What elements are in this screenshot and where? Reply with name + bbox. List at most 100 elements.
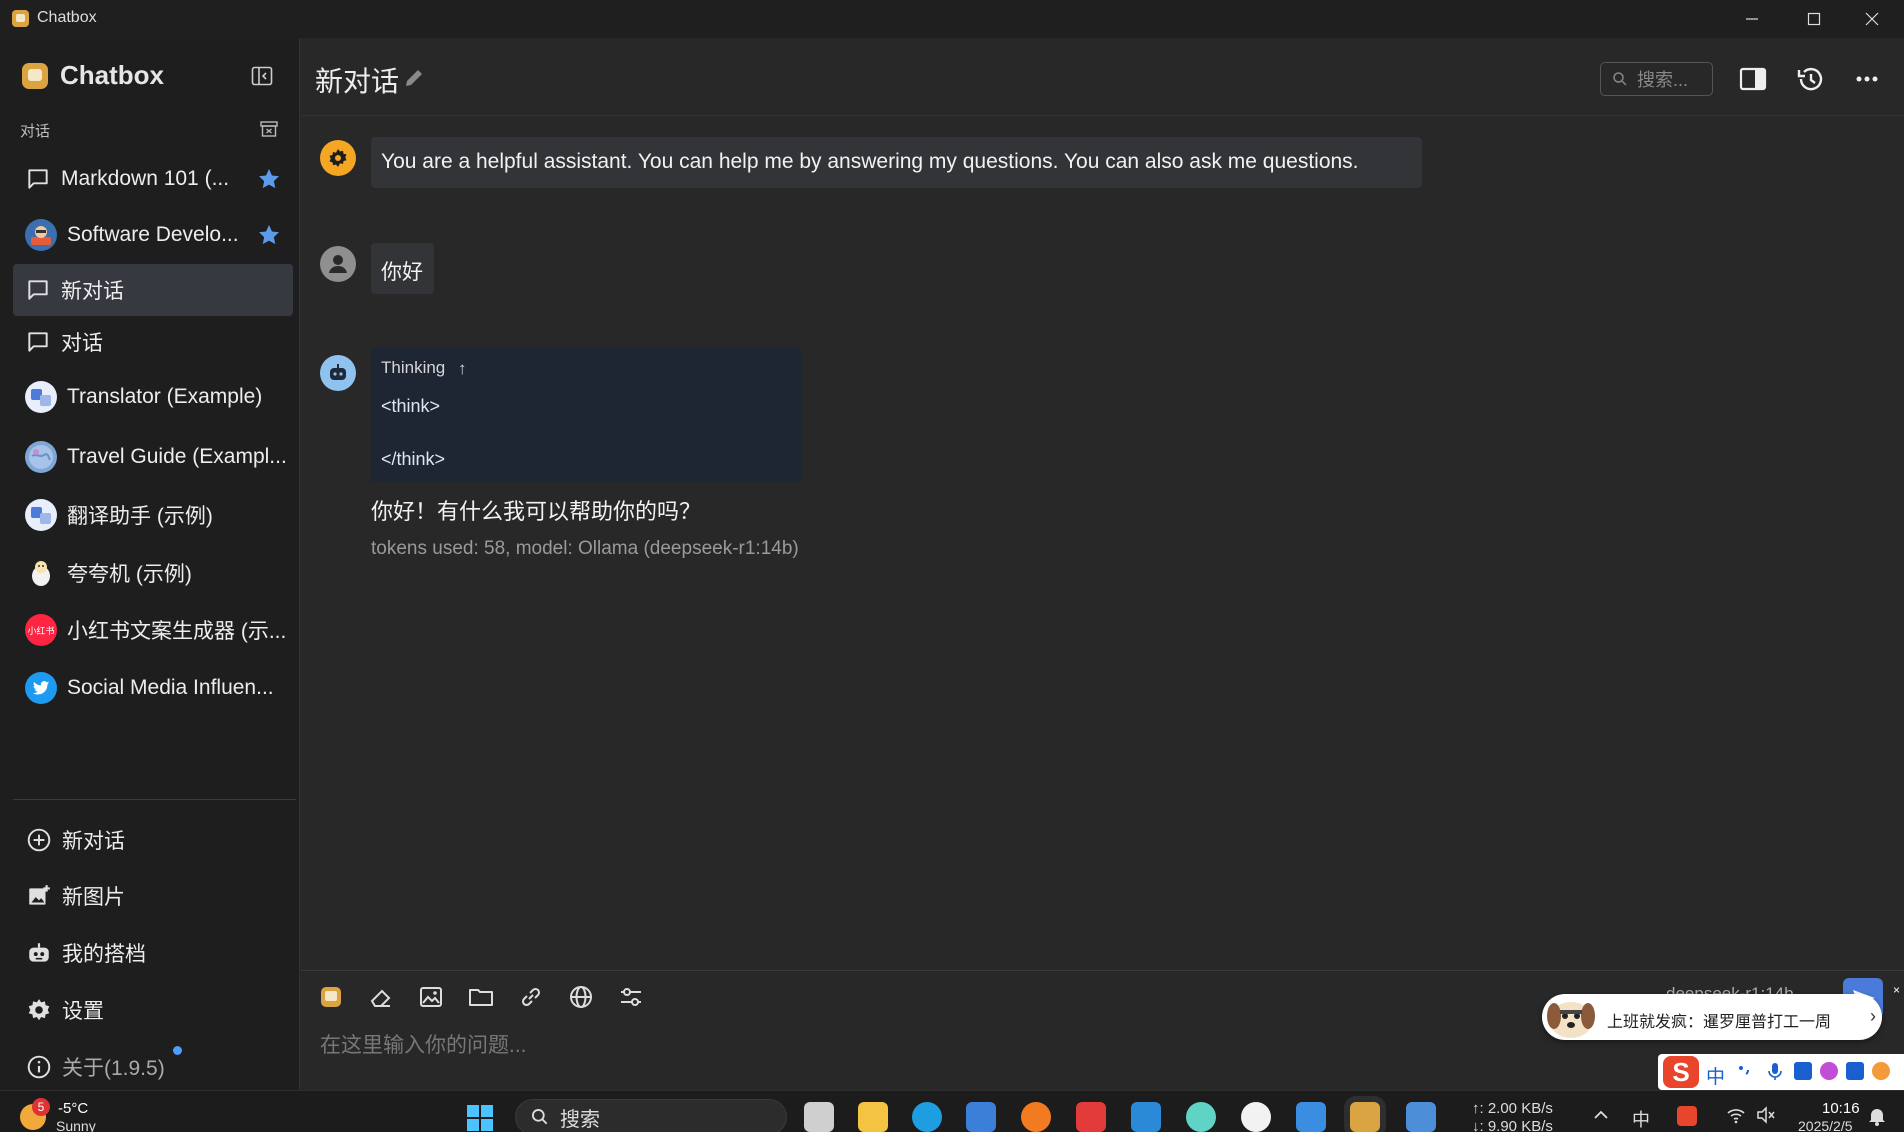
- vscode-icon[interactable]: [1131, 1102, 1161, 1132]
- network-upload-speed: ↑: 2.00 KB/s: [1472, 1100, 1553, 1117]
- attach-link-button[interactable]: [516, 982, 546, 1012]
- update-indicator-dot: [173, 1046, 182, 1055]
- show-hidden-icons-chevron-icon[interactable]: [1592, 1106, 1610, 1129]
- clear-conversations-button[interactable]: [259, 119, 279, 139]
- conversation-label: 新对话: [61, 280, 124, 303]
- sogou-ime-logo[interactable]: S: [1663, 1056, 1699, 1088]
- mascot-icon[interactable]: [1872, 1062, 1890, 1080]
- conversation-item-travel-guide[interactable]: Travel Guide (Exampl...: [13, 432, 293, 482]
- conversation-item-translator-zh[interactable]: 翻译助手 (示例): [13, 490, 293, 540]
- task-view-icon[interactable]: [804, 1102, 834, 1132]
- star-icon[interactable]: [257, 167, 281, 191]
- volume-muted-icon[interactable]: [1756, 1106, 1776, 1129]
- xiaohongshu-avatar: 小红书: [25, 614, 57, 646]
- image-viewer-icon[interactable]: [1406, 1102, 1436, 1132]
- history-button[interactable]: [1793, 62, 1827, 96]
- robot-icon: [29, 943, 49, 962]
- toolbox-icon[interactable]: [1846, 1062, 1864, 1080]
- developer-avatar: [25, 219, 57, 251]
- conversation-item-social-media[interactable]: Social Media Influen...: [13, 663, 293, 713]
- collapse-arrow-icon[interactable]: ↑: [458, 359, 467, 379]
- sogou-tray-icon[interactable]: [1677, 1106, 1697, 1126]
- attach-image-button[interactable]: [416, 982, 446, 1012]
- conversation-item-new-chat[interactable]: 新对话: [13, 264, 293, 316]
- sidebar-divider: [13, 799, 296, 800]
- minimize-button[interactable]: [1724, 0, 1780, 38]
- search-input[interactable]: 搜索...: [1600, 62, 1713, 96]
- collapse-sidebar-button[interactable]: [250, 64, 274, 88]
- header-divider: [301, 115, 1904, 116]
- netease-music-icon[interactable]: [1076, 1102, 1106, 1132]
- taskbar-search[interactable]: 搜索: [515, 1099, 787, 1132]
- conversation-label: 对话: [61, 332, 103, 355]
- conversation-item-markdown[interactable]: Markdown 101 (...: [13, 154, 293, 204]
- edit-title-button[interactable]: [402, 66, 426, 90]
- toggle-panel-button[interactable]: [1736, 62, 1770, 96]
- thinking-toggle[interactable]: Thinking: [381, 358, 445, 378]
- new-chat-button[interactable]: 新对话: [26, 820, 125, 860]
- edge-browser-icon[interactable]: [912, 1102, 942, 1132]
- star-icon[interactable]: [257, 223, 281, 247]
- copilot-picker-button[interactable]: [316, 982, 346, 1012]
- conversation-label: 小红书文案生成器 (示...: [67, 620, 287, 643]
- notification-bell-icon[interactable]: [1868, 1106, 1886, 1131]
- maximize-button[interactable]: [1786, 0, 1842, 38]
- network-download-speed: ↓: 9.90 KB/s: [1472, 1118, 1553, 1132]
- chat-bubble-icon: [28, 280, 48, 300]
- attach-file-button[interactable]: [466, 982, 496, 1012]
- system-message: You are a helpful assistant. You can hel…: [371, 137, 1422, 188]
- web-search-button[interactable]: [566, 982, 596, 1012]
- photos-icon[interactable]: [1296, 1102, 1326, 1132]
- clock-date[interactable]: 2025/2/5: [1798, 1118, 1853, 1132]
- gear-icon: [329, 149, 347, 167]
- wifi-icon[interactable]: [1726, 1106, 1746, 1129]
- firefox-icon[interactable]: [1021, 1102, 1051, 1132]
- skin-icon[interactable]: [1820, 1062, 1838, 1080]
- windows-start-button[interactable]: [466, 1104, 494, 1132]
- qq-icon[interactable]: [1241, 1102, 1271, 1132]
- person-icon: [329, 255, 347, 273]
- clock-time[interactable]: 10:16: [1822, 1100, 1860, 1117]
- translator-avatar: [25, 499, 57, 531]
- conversation-label: Social Media Influen...: [67, 676, 274, 699]
- tray-ime-indicator[interactable]: 中: [1632, 1106, 1650, 1132]
- about-button[interactable]: 关于(1.9.5): [26, 1047, 165, 1087]
- file-explorer-icon[interactable]: [858, 1102, 888, 1132]
- chat-settings-button[interactable]: [616, 982, 646, 1012]
- collapse-sidebar-icon: [251, 66, 273, 86]
- notification-text: 上班就发疯：暹罗厘普打工一周: [1607, 1014, 1832, 1031]
- more-options-button[interactable]: [1850, 62, 1884, 96]
- conversation-item-software-developer[interactable]: Software Develo...: [13, 210, 293, 260]
- settings-button[interactable]: 设置: [26, 990, 104, 1030]
- think-close-tag: </think>: [381, 449, 446, 469]
- conversation-item-praise-bot[interactable]: 夸夸机 (示例): [13, 548, 293, 598]
- keyboard-icon[interactable]: [1794, 1062, 1812, 1080]
- ime-language-toggle[interactable]: 中: [1706, 1062, 1725, 1089]
- globe-icon: [570, 986, 592, 1008]
- add-circle-icon: [27, 828, 51, 852]
- chatbox-taskbar-icon[interactable]: [1350, 1102, 1380, 1132]
- message-input[interactable]: [320, 1031, 1520, 1061]
- weather-temperature[interactable]: -5°C: [58, 1100, 88, 1117]
- clear-context-button[interactable]: [366, 982, 396, 1012]
- new-image-button[interactable]: 新图片: [26, 876, 125, 916]
- microsoft-store-icon[interactable]: [966, 1102, 996, 1132]
- system-avatar: [320, 140, 356, 176]
- close-window-button[interactable]: [1844, 0, 1900, 38]
- punctuation-icon[interactable]: [1736, 1062, 1754, 1080]
- weather-description[interactable]: Sunny: [56, 1118, 96, 1132]
- microphone-icon[interactable]: [1766, 1062, 1784, 1080]
- more-horizontal-icon: [1856, 76, 1878, 82]
- conversation-item-chat[interactable]: 对话: [13, 317, 293, 367]
- close-notification-button[interactable]: ×: [1893, 983, 1900, 997]
- ollama-icon[interactable]: [1186, 1102, 1216, 1132]
- conversation-item-xiaohongshu[interactable]: 小红书 小红书文案生成器 (示...: [13, 605, 293, 655]
- conversation-item-translator[interactable]: Translator (Example): [13, 372, 293, 422]
- chevron-right-icon[interactable]: ›: [1870, 1006, 1876, 1027]
- my-copilots-button[interactable]: 我的搭档: [26, 933, 146, 973]
- conversation-label: 夸夸机 (示例): [67, 563, 192, 586]
- think-open-tag: <think>: [381, 396, 441, 416]
- praise-avatar: [25, 557, 57, 589]
- chat-title: 新对话: [315, 66, 400, 97]
- archive-icon: [260, 121, 278, 137]
